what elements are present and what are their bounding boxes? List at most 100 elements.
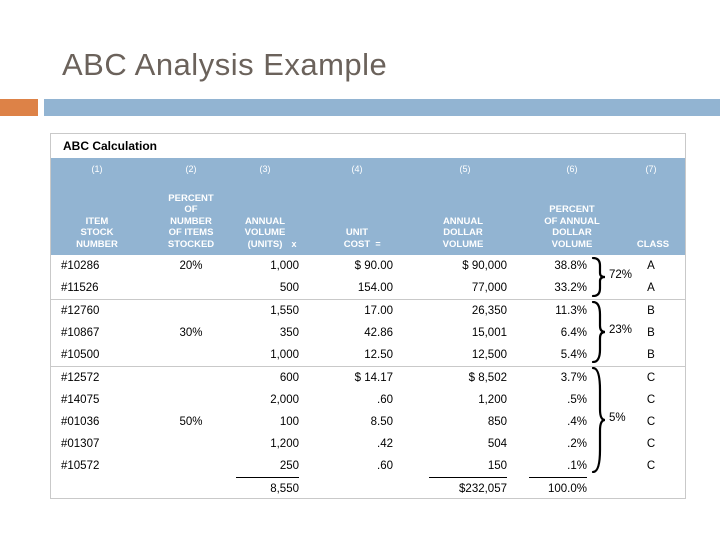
cell-class: A	[647, 282, 655, 294]
header-pctitems-line4: OF ITEMS	[168, 227, 214, 238]
header-item-stock-number: ITEM STOCK NUMBER	[61, 216, 133, 251]
cell-item-stock-number: #14075	[61, 394, 100, 406]
total-annual-dollar-volume: $232,057	[459, 483, 507, 495]
cell-percent-of-dollar-volume: 33.2%	[554, 282, 587, 294]
cell-class: B	[647, 327, 655, 339]
cell-class: B	[647, 305, 655, 317]
equals-operator: =	[375, 238, 381, 249]
cell-unit-cost: .42	[377, 438, 393, 450]
cell-unit-cost: .60	[377, 394, 393, 406]
table-row: #12760 1,550 17.00 26,350 11.3% B	[51, 299, 685, 322]
cell-class: C	[646, 394, 656, 406]
table-body: #10286 20% 1,000 $ 90.00 $ 90,000 38.8% A #1152…	[51, 255, 685, 499]
header-item-line3: NUMBER	[76, 238, 118, 250]
cell-class: C	[646, 372, 656, 384]
table-header-row: (1) (2) (3) (4) (5) (6) (7) ITEM STOCK N…	[51, 158, 685, 255]
header-class: CLASS	[636, 238, 670, 250]
cell-unit-cost: $ 14.17	[354, 372, 393, 384]
cell-item-stock-number: #11526	[61, 282, 99, 294]
column-number-5: (5)	[459, 164, 471, 174]
column-number-2: (2)	[185, 164, 197, 174]
table-row: #11526 500 154.00 77,000 33.2% A	[51, 277, 685, 299]
table-row: #10286 20% 1,000 $ 90.00 $ 90,000 38.8% A	[51, 255, 685, 277]
cell-unit-cost: 12.50	[364, 349, 393, 361]
cell-class: A	[647, 260, 655, 272]
cell-percent-of-dollar-volume: 6.4%	[560, 327, 587, 339]
cell-unit-cost: 42.86	[364, 327, 393, 339]
cell-annual-volume: 1,550	[270, 305, 299, 317]
cell-annual-volume: 250	[279, 460, 299, 472]
cell-unit-cost: 17.00	[364, 305, 393, 317]
cell-percent-of-dollar-volume: .2%	[567, 438, 587, 450]
cell-annual-volume: 1,200	[270, 438, 299, 450]
cell-class: C	[646, 416, 656, 428]
header-annual-dollar-volume: ANNUAL DOLLAR VOLUME	[419, 216, 507, 251]
header-pctdollar-line2: OF ANNUAL	[544, 215, 600, 227]
cell-annual-volume: 100	[279, 416, 299, 428]
cell-percent-of-items: 30%	[179, 327, 203, 339]
header-pctdollar-line1: PERCENT	[549, 204, 595, 215]
cell-percent-of-dollar-volume: 5.4%	[560, 349, 587, 361]
cell-item-stock-number: #10867	[61, 327, 100, 339]
cell-annual-dollar-volume: 850	[487, 416, 507, 428]
cell-item-stock-number: #12572	[61, 372, 100, 384]
cell-percent-of-dollar-volume: .5%	[567, 394, 587, 406]
column-number-4: (4)	[351, 164, 363, 174]
table-row: #10867 30% 350 42.86 15,001 6.4% B	[51, 322, 685, 344]
cell-unit-cost: .60	[377, 460, 393, 472]
abc-calculation-table: ABC Calculation (1) (2) (3) (4) (5) (6) …	[50, 133, 686, 499]
total-percent-dollar-volume: 100.0%	[547, 483, 587, 495]
cell-unit-cost: 8.50	[370, 416, 393, 428]
total-underline-volume	[236, 477, 299, 478]
class-group-percent-label-c: 5%	[609, 412, 626, 424]
cell-item-stock-number: #10500	[61, 349, 100, 361]
table-totals-row: 8,550 $232,057 100.0%	[51, 477, 685, 499]
cell-class: C	[646, 460, 656, 472]
table-row: #12572 600 $ 14.17 $ 8,502 3.7% C	[51, 366, 685, 389]
cell-percent-of-dollar-volume: 11.3%	[555, 305, 587, 317]
column-number-1: (1)	[91, 164, 103, 174]
accent-square-decoration	[0, 99, 38, 116]
cell-annual-volume: 1,000	[270, 349, 299, 361]
header-annualdollar-line3: VOLUME	[442, 238, 484, 250]
header-pctitems-line3: NUMBER	[170, 215, 212, 227]
table-caption: ABC Calculation	[51, 134, 685, 158]
cell-annual-volume: 600	[279, 372, 299, 384]
header-pctdollar-line3: DOLLAR	[552, 227, 592, 238]
table-row: #14075 2,000 .60 1,200 .5% C	[51, 389, 685, 411]
cell-percent-of-dollar-volume: 3.7%	[560, 372, 587, 384]
cell-class: C	[646, 438, 656, 450]
class-group-percent-label-b: 23%	[609, 324, 633, 336]
header-percent-of-annual-dollar-volume: PERCENT OF ANNUAL DOLLAR VOLUME	[513, 204, 631, 250]
total-underline-percent	[529, 477, 587, 478]
cell-item-stock-number: #12760	[61, 305, 100, 317]
header-pctdollar-line4: VOLUME	[551, 238, 593, 250]
cell-annual-volume: 500	[279, 282, 299, 294]
cell-class: B	[647, 349, 655, 361]
cell-annual-dollar-volume: $ 8,502	[468, 372, 507, 384]
cell-item-stock-number: #01036	[61, 416, 100, 428]
header-annualdollar-line1: ANNUAL	[442, 215, 484, 227]
cell-item-stock-number: #10572	[61, 460, 100, 472]
header-unitcost-line1: UNIT	[345, 227, 369, 238]
page-title: ABC Analysis Example	[62, 47, 388, 82]
cell-unit-cost: $ 90.00	[354, 260, 393, 272]
cell-item-stock-number: #01307	[61, 438, 100, 450]
column-number-3: (3)	[259, 164, 271, 174]
cell-annual-dollar-volume: 12,500	[471, 349, 507, 361]
table-grid: (1) (2) (3) (4) (5) (6) (7) ITEM STOCK N…	[51, 158, 685, 499]
cell-annual-dollar-volume: 1,200	[478, 394, 507, 406]
cell-percent-of-items: 20%	[179, 260, 203, 272]
cell-unit-cost: 154.00	[357, 282, 393, 294]
table-row: #01307 1,200 .42 504 .2% C	[51, 433, 685, 455]
column-number-7: (7)	[645, 164, 657, 174]
table-row: #10572 250 .60 150 .1% C	[51, 455, 685, 477]
cell-annual-volume: 1,000	[270, 260, 299, 272]
cell-annual-dollar-volume: 504	[487, 438, 507, 450]
header-item-line1: ITEM	[85, 215, 109, 227]
cell-percent-of-dollar-volume: .4%	[567, 416, 587, 428]
cell-annual-dollar-volume: 77,000	[471, 282, 507, 294]
table-row: #01036 50% 100 8.50 850 .4% C	[51, 411, 685, 433]
cell-item-stock-number: #10286	[61, 260, 100, 272]
cell-percent-of-dollar-volume: 38.8%	[554, 260, 587, 272]
